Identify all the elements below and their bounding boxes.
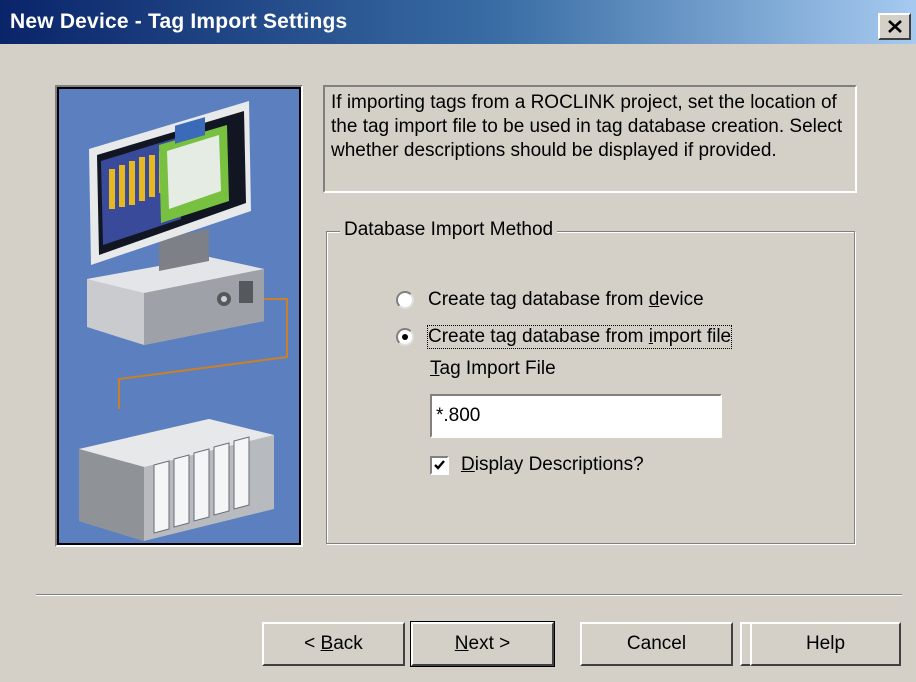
radio-from-import-file[interactable]: Create tag database from import file xyxy=(396,324,733,350)
description-text: If importing tags from a ROCLINK project… xyxy=(331,92,843,161)
button-separator xyxy=(36,594,902,596)
radio-from-import-file-label[interactable]: Create tag database from import file xyxy=(426,325,733,349)
import-method-group xyxy=(326,231,855,544)
computer-illustration xyxy=(59,89,299,543)
window-title: New Device - Tag Import Settings xyxy=(10,10,348,33)
radio-from-device-button[interactable] xyxy=(396,291,414,309)
radio-from-device[interactable]: Create tag database from device xyxy=(396,287,704,313)
radio-from-import-file-button[interactable] xyxy=(396,328,414,346)
help-button[interactable]: Help xyxy=(750,622,901,666)
close-icon xyxy=(888,20,902,33)
checkmark-icon xyxy=(434,459,445,470)
dialog-window: New Device - Tag Import Settings If impo… xyxy=(0,0,916,682)
back-button[interactable]: < Back xyxy=(262,622,405,666)
tag-import-file-label: Tag Import File xyxy=(430,358,556,379)
tag-import-file-input[interactable] xyxy=(430,394,722,438)
wizard-illustration xyxy=(55,85,303,547)
description-panel: If importing tags from a ROCLINK project… xyxy=(323,85,857,193)
import-method-group-title: Database Import Method xyxy=(340,219,558,241)
display-descriptions-label[interactable]: Display Descriptions? xyxy=(461,454,644,476)
display-descriptions-checkbox[interactable] xyxy=(430,455,449,475)
title-bar[interactable]: New Device - Tag Import Settings xyxy=(0,0,916,44)
radio-from-device-label[interactable]: Create tag database from device xyxy=(428,289,704,311)
cancel-button[interactable]: Cancel xyxy=(580,622,733,666)
display-descriptions-row[interactable]: Display Descriptions? xyxy=(430,452,644,478)
next-button[interactable]: Next > xyxy=(410,621,555,667)
close-button[interactable] xyxy=(878,13,911,40)
